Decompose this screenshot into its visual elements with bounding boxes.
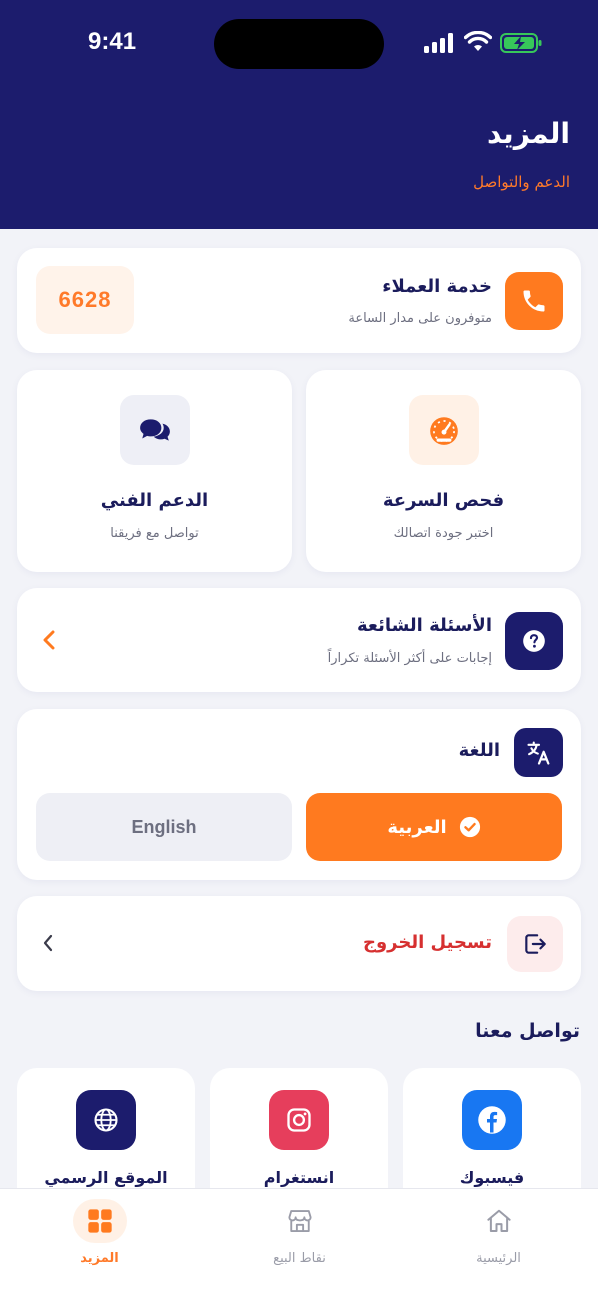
speed-test-subtitle: اختبر جودة اتصالك — [393, 526, 494, 541]
status-bar: 9:41 — [0, 0, 598, 90]
faq-title: الأسئلة الشائعة — [357, 615, 492, 636]
tech-support-card[interactable]: الدعم الفني تواصل مع فريقنا — [17, 370, 292, 572]
faq-subtitle: إجابات على أكثر الأسئلة تكراراً — [327, 651, 492, 666]
signal-icon — [424, 33, 453, 53]
page-subtitle: الدعم والتواصل — [473, 173, 570, 191]
logout-card[interactable] — [17, 896, 581, 991]
header: 9:41 المزيد الدعم والتواصل — [0, 0, 598, 229]
chevron-left-icon[interactable] — [40, 933, 56, 953]
translate-icon — [514, 728, 563, 777]
chevron-left-icon[interactable] — [40, 628, 58, 652]
logout-label: تسجيل الخروج — [363, 932, 492, 953]
page-title: المزيد — [487, 117, 570, 150]
facebook-icon — [462, 1090, 522, 1150]
website-label: الموقع الرسمي — [44, 1168, 168, 1187]
customer-service-title: خدمة العملاء — [382, 276, 492, 297]
language-arabic-label: العربية — [387, 816, 447, 838]
customer-service-number[interactable]: 6628 — [36, 266, 134, 334]
language-english-label: English — [131, 816, 197, 837]
customer-service-subtitle: متوفرون على مدار الساعة — [348, 311, 492, 326]
store-icon — [273, 1199, 327, 1243]
speedometer-icon — [409, 395, 479, 465]
wifi-icon — [464, 31, 492, 51]
home-icon — [472, 1199, 526, 1243]
status-time: 9:41 — [88, 28, 137, 55]
tab-stores[interactable]: نقاط البيع — [200, 1189, 399, 1300]
battery-charging-icon — [500, 33, 542, 53]
tech-support-title: الدعم الفني — [100, 490, 209, 511]
tab-bar: الرئيسية نقاط البيع المزيد — [0, 1188, 598, 1300]
globe-icon — [76, 1090, 136, 1150]
speed-test-title: فحص السرعة — [382, 490, 505, 511]
faq-card[interactable] — [17, 588, 581, 692]
language-arabic-button[interactable]: العربية — [306, 793, 562, 861]
grid-icon — [72, 1199, 127, 1243]
contact-section-title: تواصل معنا — [475, 1020, 580, 1042]
facebook-label: فيسبوك — [459, 1168, 525, 1187]
tech-support-subtitle: تواصل مع فريقنا — [110, 526, 199, 541]
check-circle-icon — [459, 816, 481, 838]
logout-icon — [507, 916, 563, 972]
question-icon — [505, 612, 563, 670]
tab-more[interactable]: المزيد — [0, 1189, 199, 1300]
tab-more-label: المزيد — [80, 1251, 119, 1266]
instagram-icon — [269, 1090, 329, 1150]
tab-home[interactable]: الرئيسية — [399, 1189, 598, 1300]
tab-stores-label: نقاط البيع — [273, 1251, 326, 1266]
language-english-button[interactable]: English — [36, 793, 292, 861]
chat-bubbles-icon — [120, 395, 190, 465]
speed-test-card[interactable]: فحص السرعة اختبر جودة اتصالك — [306, 370, 581, 572]
tab-home-label: الرئيسية — [476, 1251, 521, 1266]
language-title: اللغة — [458, 740, 500, 761]
instagram-label: انستغرام — [263, 1168, 335, 1187]
phone-icon — [505, 272, 563, 330]
dynamic-island — [214, 19, 384, 69]
